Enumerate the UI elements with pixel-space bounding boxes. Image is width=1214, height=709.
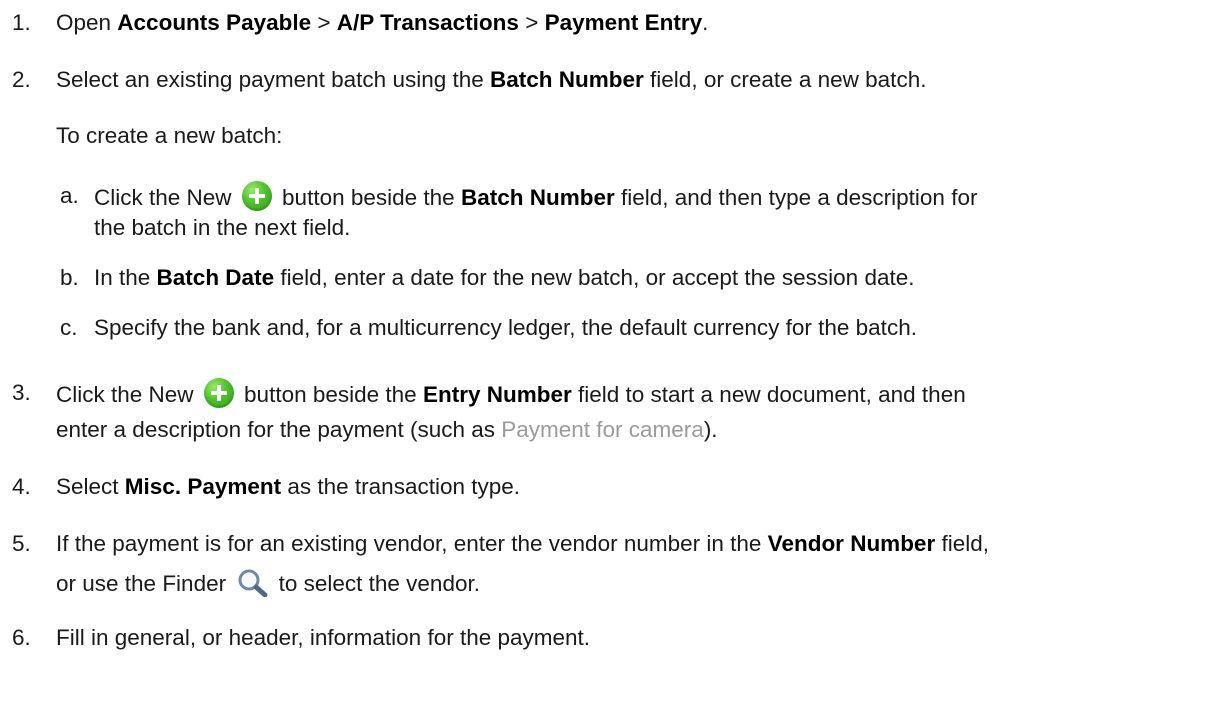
text-fragment: or use the Finder: [56, 571, 233, 596]
text-fragment: Click the New: [94, 185, 238, 210]
field-entry-number: Entry Number: [422, 382, 572, 407]
text-fragment: If the payment is for an existing vendor…: [56, 531, 768, 556]
text-fragment: button beside the: [275, 185, 461, 210]
text-fragment: enter a description for the payment (suc…: [56, 417, 502, 442]
text-fragment: Click the New: [56, 382, 200, 407]
step-number: b.: [60, 265, 79, 290]
text-fragment: field to start a new document, and then: [571, 382, 966, 407]
step-text: the batch in the next field.: [94, 215, 351, 240]
text-fragment: In the: [94, 265, 157, 290]
step-text: In the Batch Date field, enter a date fo…: [94, 263, 915, 293]
intro-text: To create a new batch:: [56, 123, 283, 148]
add-new-icon: [203, 378, 234, 408]
step-number: a.: [60, 183, 79, 208]
text-fragment: field, enter a date for the new batch, o…: [274, 265, 915, 290]
text-fragment: >: [518, 10, 545, 35]
field-batch-number: Batch Number: [460, 185, 615, 210]
step-number: 5.: [12, 531, 31, 556]
step-text: If the payment is for an existing vendor…: [56, 529, 989, 559]
add-new-icon: [241, 181, 272, 211]
text-fragment: field,: [935, 531, 989, 556]
text-fragment: to select the vendor.: [272, 571, 480, 596]
menu-ap-transactions: A/P Transactions: [336, 10, 519, 35]
field-batch-date: Batch Date: [156, 265, 275, 290]
step-text: Click the New button beside the Batch Nu…: [94, 181, 977, 213]
step-number: 4.: [12, 474, 31, 499]
step-number: c.: [60, 315, 78, 340]
finder-handle: [253, 584, 268, 597]
step-text: Select an existing payment batch using t…: [56, 65, 926, 95]
example-text: Payment for camera: [501, 417, 704, 442]
text-fragment: .: [702, 10, 709, 35]
menu-accounts-payable: Accounts Payable: [117, 10, 312, 35]
option-misc-payment: Misc. Payment: [124, 474, 282, 499]
step-text: Fill in general, or header, information …: [56, 625, 591, 650]
text-fragment: field, and then type a description for: [614, 185, 978, 210]
text-fragment: >: [311, 10, 337, 35]
finder-search-icon: [238, 569, 268, 597]
step-text: Specify the bank and, for a multicurrenc…: [94, 315, 917, 340]
text-fragment: button beside the: [237, 382, 423, 407]
step-text: or use the Finder to select the vendor.: [56, 567, 480, 599]
step-text: Click the New button beside the Entry Nu…: [56, 378, 966, 410]
field-batch-number: Batch Number: [490, 67, 644, 92]
text-fragment: Open: [56, 10, 118, 35]
step-text: Select Misc. Payment as the transaction …: [56, 472, 520, 502]
text-fragment: Select: [56, 474, 125, 499]
text-fragment: as the transaction type.: [281, 474, 521, 499]
step-number: 3.: [12, 380, 31, 405]
step-number: 2.: [12, 67, 31, 92]
text-fragment: Select an existing payment batch using t…: [56, 67, 491, 92]
menu-payment-entry: Payment Entry: [544, 10, 703, 35]
step-number: 6.: [12, 625, 31, 650]
text-fragment: field, or create a new batch.: [643, 67, 927, 92]
step-text: enter a description for the payment (suc…: [56, 415, 718, 445]
text-fragment: ).: [703, 417, 718, 442]
field-vendor-number: Vendor Number: [767, 531, 936, 556]
step-number: 1.: [12, 10, 31, 35]
step-text: Open Accounts Payable > A/P Transactions…: [56, 8, 708, 38]
